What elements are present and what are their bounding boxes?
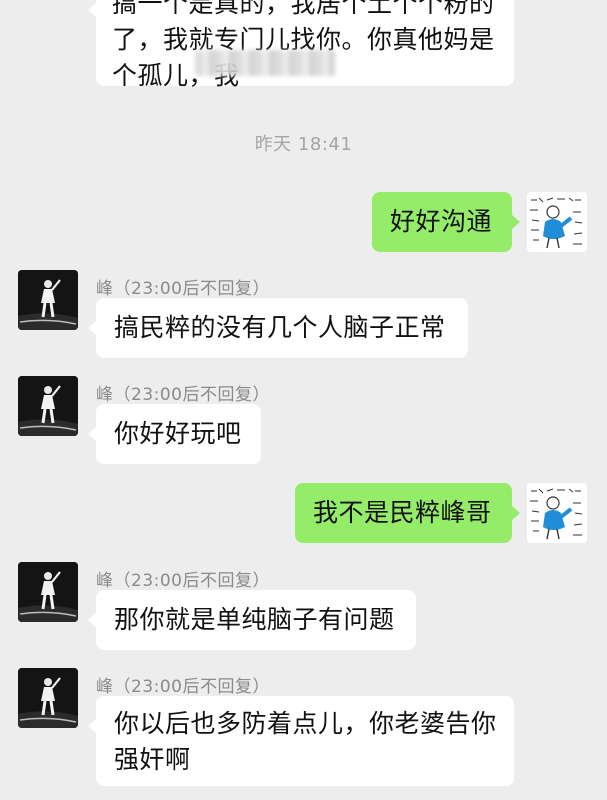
message-text: 搞民粹的没有几个人脑子正常 xyxy=(114,313,446,342)
contact-avatar[interactable] xyxy=(18,376,78,436)
sketch-avatar-icon xyxy=(527,192,587,252)
message-text: 我不是民粹峰哥 xyxy=(313,498,492,527)
sender-name: 峰（23:00后不回复） xyxy=(96,385,270,405)
message-text: 好好沟通 xyxy=(390,207,493,236)
person-photo-icon xyxy=(18,270,78,330)
timestamp: 昨天 18:41 xyxy=(254,134,353,155)
message-text: 你好好玩吧 xyxy=(114,419,242,448)
message-text-line: 搞一个是真的，我居个土个个粉的 xyxy=(112,0,495,18)
message-bubble-outgoing[interactable]: 我不是民粹峰哥 xyxy=(295,483,520,543)
message-bubble-incoming[interactable]: 搞民粹的没有几个人脑子正常 xyxy=(88,298,468,358)
person-photo-icon xyxy=(18,376,78,436)
sender-name: 峰（23:00后不回复） xyxy=(96,571,270,591)
sketch-avatar-icon xyxy=(527,483,587,543)
sender-name: 峰（23:00后不回复） xyxy=(96,677,270,697)
message-bubble-outgoing[interactable]: 好好沟通 xyxy=(372,192,520,252)
message-bubble-incoming[interactable]: 你好好玩吧 xyxy=(88,404,261,464)
redaction-blur xyxy=(195,50,335,76)
my-avatar[interactable] xyxy=(527,192,587,252)
message-text: 你以后也多防着点儿，你老婆告你 强奸啊 xyxy=(114,709,497,774)
my-avatar[interactable] xyxy=(527,483,587,543)
contact-avatar[interactable] xyxy=(18,668,78,728)
contact-avatar[interactable] xyxy=(18,562,78,622)
sender-name: 峰（23:00后不回复） xyxy=(96,279,270,299)
person-photo-icon xyxy=(18,668,78,728)
message-bubble-incoming[interactable]: 你以后也多防着点儿，你老婆告你 强奸啊 xyxy=(88,696,514,786)
message-text: 那你就是单纯脑子有问题 xyxy=(114,605,395,634)
contact-avatar[interactable] xyxy=(18,270,78,330)
chat-window: 搞一个是真的，我居个土个个粉的 了，我就专门儿找你。你真他妈是 个孤儿，我 昨天… xyxy=(0,0,607,800)
message-bubble-incoming[interactable]: 那你就是单纯脑子有问题 xyxy=(88,590,416,650)
person-photo-icon xyxy=(18,562,78,622)
